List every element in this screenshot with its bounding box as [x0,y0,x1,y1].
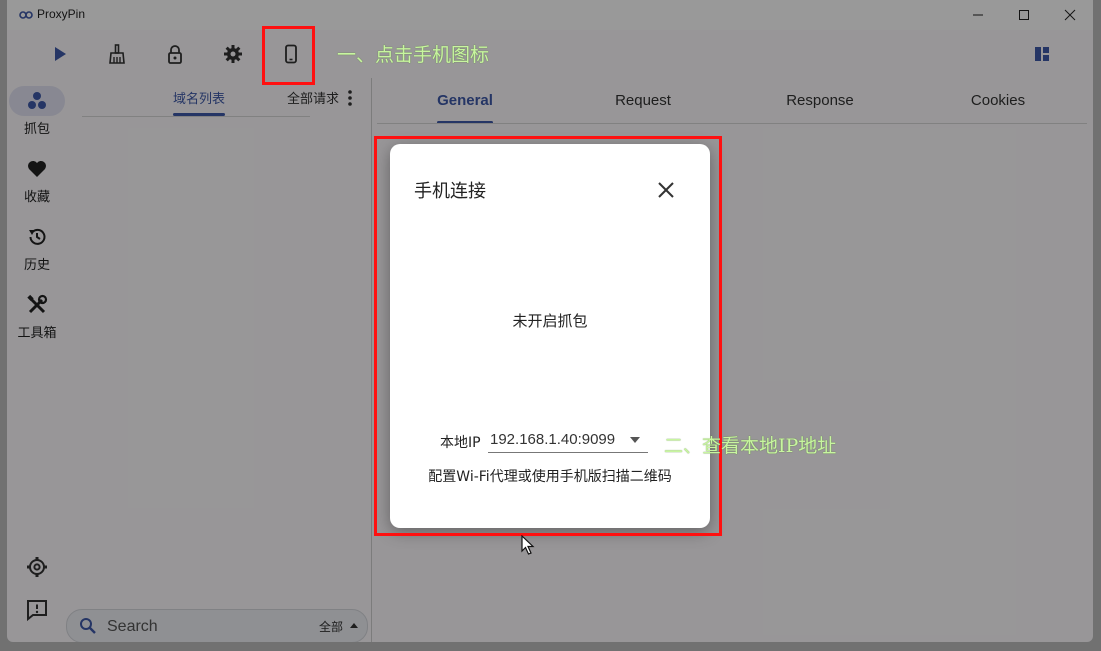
annotation-step1: 一、点击手机图标 [337,44,490,66]
mouse-cursor-icon [521,535,535,555]
highlight-box-phone-icon [262,26,315,85]
annotation-step2: 二、查看本地IP地址 [664,435,837,457]
highlight-box-dialog [374,136,722,536]
